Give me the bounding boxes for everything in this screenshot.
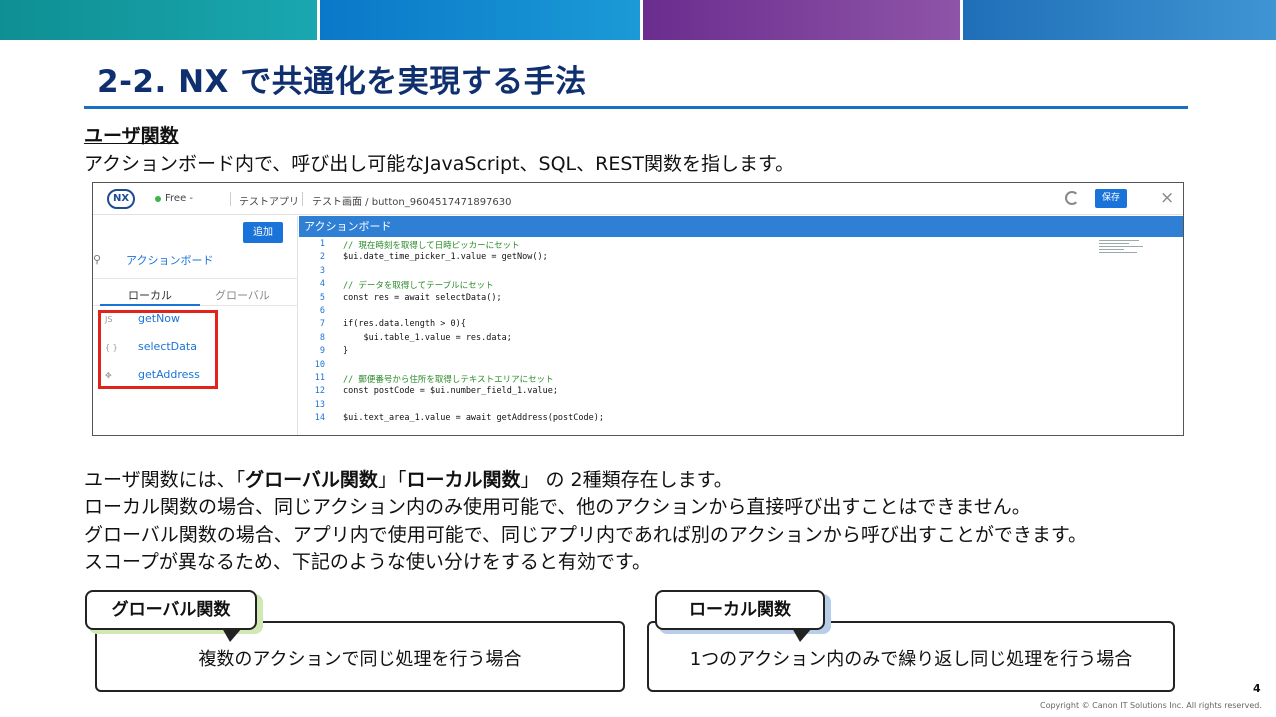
line-number: 8 — [319, 332, 325, 343]
header-bar-segment-teal — [0, 0, 317, 40]
line-number: 11 — [314, 373, 325, 383]
function-sidebar: 追加 ⚲ アクションボード ローカル グローバル JS getNow { } s… — [93, 216, 298, 435]
code-line[interactable]: 5 const res = await selectData(); — [299, 293, 1099, 306]
line-number: 3 — [319, 265, 325, 276]
code-text: const res = await selectData(); — [343, 292, 502, 303]
section-heading: ユーザ関数 — [84, 125, 179, 147]
line-number: 1 — [319, 239, 325, 249]
code-comment: // 現在時刻を取得して日時ピッカーにセット — [343, 241, 520, 251]
line-number: 4 — [319, 279, 325, 290]
code-line[interactable]: 8 $ui.table_1.value = res.data; — [299, 333, 1099, 346]
code-comment: // 郵便番号から住所を取得しテキストエリアにセット — [343, 375, 554, 385]
copyright: Copyright © Canon IT Solutions Inc. All … — [1040, 701, 1262, 710]
plan-label: Free - — [165, 193, 194, 204]
global-function-tag: グローバル関数 — [85, 590, 257, 630]
header-separator — [302, 192, 303, 206]
title-divider — [84, 106, 1188, 109]
line-number: 10 — [314, 359, 325, 370]
line-number: 9 — [319, 346, 325, 357]
app-header: NX Free - テストアプリ テスト画面 / button_96045174… — [93, 183, 1183, 215]
breadcrumb: テスト画面 / button_9604517471897630 — [312, 197, 512, 208]
body-line-2: ローカル関数の場合、同じアクション内のみ使用可能で、他のアクションから直接呼び出… — [84, 496, 1031, 518]
code-text: $ui.date_time_picker_1.value = getNow(); — [343, 252, 548, 263]
add-button[interactable]: 追加 — [243, 222, 283, 243]
line-number: 2 — [319, 252, 325, 263]
code-minimap[interactable] — [1099, 240, 1149, 260]
code-line[interactable]: 3 — [299, 266, 1099, 279]
nx-logo: NX — [107, 189, 135, 209]
header-bar-segment-purple — [643, 0, 960, 40]
header-separator — [230, 192, 231, 206]
code-line[interactable]: 6 — [299, 306, 1099, 319]
line-number: 7 — [319, 319, 325, 330]
body-text: 」「 — [377, 469, 407, 491]
line-number: 12 — [314, 386, 325, 397]
header-bar-segment-blue — [320, 0, 640, 40]
code-line[interactable]: 10 — [299, 360, 1099, 373]
code-line[interactable]: 2 $ui.date_time_picker_1.value = getNow()… — [299, 252, 1099, 265]
intro-text: アクションボード内で、呼び出し可能なJavaScript、SQL、REST関数を… — [84, 153, 795, 175]
reload-icon[interactable] — [1065, 191, 1079, 205]
page-number: 4 — [1253, 682, 1261, 695]
callout-text: 複数のアクションで同じ処理を行う場合 — [198, 649, 522, 670]
callout-text: 1つのアクション内のみで繰り返し同じ処理を行う場合 — [689, 649, 1133, 670]
line-number: 5 — [319, 292, 325, 303]
save-button[interactable]: 保存 — [1095, 189, 1127, 208]
line-number: 14 — [314, 413, 325, 424]
body-line-4: スコープが異なるため、下記のような使い分けをすると有効です。 — [84, 551, 651, 573]
code-editor[interactable]: アクションボード 1 // 現在時刻を取得して日時ピッカーにセット 2 $ui.dat… — [299, 216, 1183, 435]
header-bar-segment-lightblue — [963, 0, 1276, 40]
code-text: } — [343, 346, 349, 357]
line-number: 13 — [314, 399, 325, 410]
code-line[interactable]: 7 if(res.data.length > 0){ — [299, 319, 1099, 332]
code-text: $ui.table_1.value = res.data; — [343, 332, 512, 343]
code-line[interactable]: 9} — [299, 346, 1099, 359]
code-line[interactable]: 13 — [299, 400, 1099, 413]
body-line-1: ユーザ関数には、「グローバル関数」「ローカル関数」 の 2種類存在します。 — [84, 465, 733, 492]
app-name[interactable]: テストアプリ — [239, 193, 299, 208]
tag-pointer — [792, 628, 812, 642]
tab-global[interactable]: グローバル — [215, 287, 270, 303]
body-text: 」 の 2種類存在します。 — [520, 469, 733, 491]
code-line[interactable]: 14 $ui.text_area_1.value = await getAddre… — [299, 413, 1099, 426]
code-line[interactable]: 1 // 現在時刻を取得して日時ピッカーにセット — [299, 239, 1099, 252]
action-board-icon: ⚲ — [93, 253, 102, 266]
local-function-term: ローカル関数 — [406, 469, 521, 491]
code-text: const postCode = $ui.number_field_1.valu… — [343, 386, 558, 397]
global-function-term: グローバル関数 — [245, 469, 378, 491]
code-line[interactable]: 12 const postCode = $ui.number_field_1.va… — [299, 386, 1099, 399]
app-screenshot: NX Free - テストアプリ テスト画面 / button_96045174… — [92, 182, 1184, 436]
editor-title: アクションボード — [299, 216, 1183, 237]
tab-local[interactable]: ローカル — [128, 287, 172, 303]
slide-title: 2-2. NX で共通化を実現する手法 — [97, 64, 587, 100]
highlight-box — [98, 310, 218, 389]
close-icon[interactable]: × — [1160, 188, 1174, 208]
status-dot-icon — [155, 196, 161, 202]
active-tab-indicator — [100, 304, 200, 306]
code-comment: // データを取得してテーブルにセット — [343, 281, 494, 292]
code-line[interactable]: 4 // データを取得してテーブルにセット — [299, 279, 1099, 292]
code-text: $ui.text_area_1.value = await getAddress… — [343, 413, 604, 424]
code-text: if(res.data.length > 0){ — [343, 319, 466, 330]
body-line-3: グローバル関数の場合、アプリ内で使用可能で、同じアプリ内であれば別のアクションか… — [84, 524, 1088, 546]
sidebar-divider — [93, 278, 298, 279]
header-color-bar — [0, 0, 1276, 40]
action-board-link[interactable]: アクションボード — [126, 252, 213, 268]
code-line[interactable]: 11 // 郵便番号から住所を取得しテキストエリアにセット — [299, 373, 1099, 386]
body-text: ユーザ関数には、「 — [84, 469, 246, 491]
line-number: 6 — [319, 306, 325, 316]
tag-pointer — [222, 628, 242, 642]
local-function-tag: ローカル関数 — [655, 590, 825, 630]
